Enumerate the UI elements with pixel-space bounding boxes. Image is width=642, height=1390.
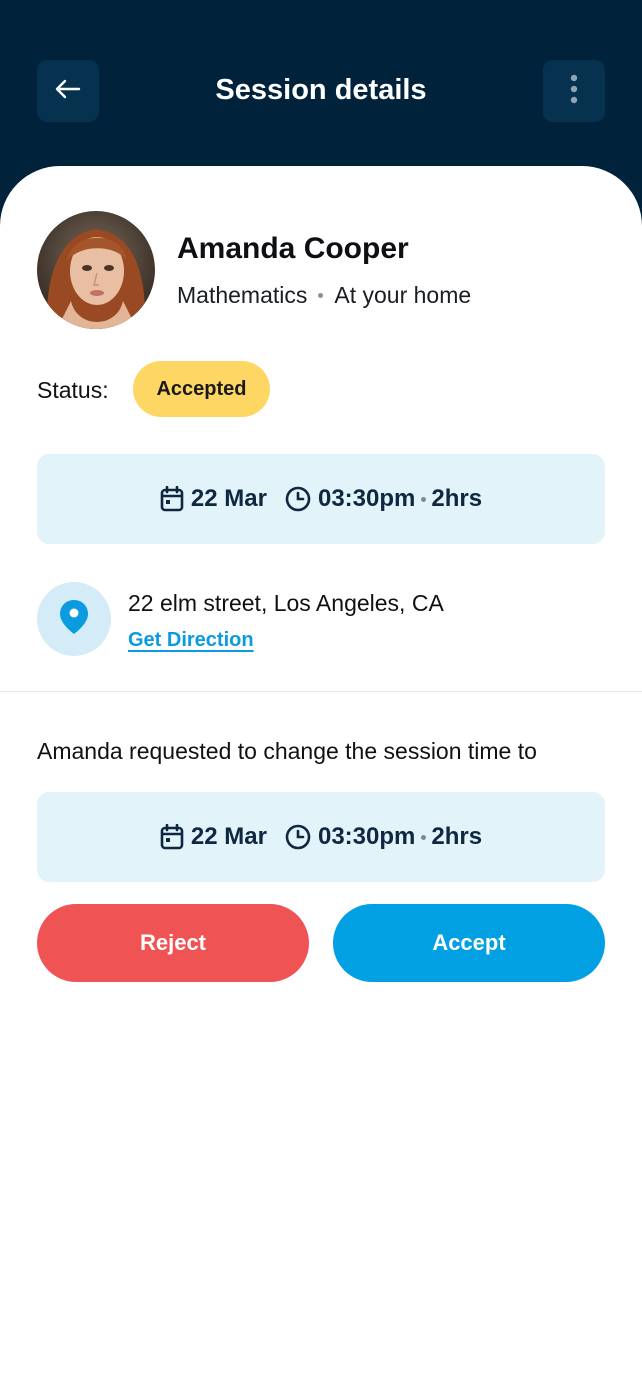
session-duration: 2hrs: [431, 485, 483, 512]
session-datetime-box: 22 Mar 03:30pm 2hrs: [37, 454, 605, 544]
status-label: Status:: [37, 377, 109, 403]
session-details-sheet: Amanda Cooper Mathematics At your home S…: [0, 166, 642, 1390]
separator-dot: [421, 834, 427, 840]
reschedule-request-text: Amanda requested to change the session t…: [37, 738, 537, 764]
more-vertical-icon: [569, 74, 579, 109]
get-direction-link[interactable]: Get Direction: [128, 629, 254, 652]
requested-datetime-box: 22 Mar 03:30pm 2hrs: [37, 792, 605, 882]
accept-button[interactable]: Accept: [333, 904, 605, 982]
separator-dot: [318, 293, 324, 298]
clock-icon: [285, 486, 311, 512]
more-options-button[interactable]: [543, 60, 605, 122]
requested-date: 22 Mar: [190, 823, 267, 850]
avatar: [37, 211, 155, 329]
session-meta: Mathematics At your home: [177, 282, 471, 309]
session-address: 22 elm street, Los Angeles, CA: [128, 590, 444, 616]
tutor-name: Amanda Cooper: [177, 232, 409, 265]
subject-label: Mathematics: [177, 282, 308, 308]
session-date: 22 Mar: [190, 485, 267, 512]
clock-icon: [285, 824, 311, 850]
session-time: 03:30pm: [317, 485, 416, 512]
reject-button[interactable]: Reject: [37, 904, 309, 982]
location-icon-wrapper: [37, 582, 111, 656]
calendar-icon: [160, 824, 184, 850]
separator-dot: [421, 496, 427, 502]
location-type-label: At your home: [334, 282, 472, 308]
requested-time: 03:30pm: [317, 823, 416, 850]
divider: [0, 691, 642, 692]
calendar-icon: [160, 486, 184, 512]
requested-duration: 2hrs: [431, 823, 483, 850]
status-badge: Accepted: [133, 361, 270, 417]
map-pin-icon: [59, 599, 89, 640]
